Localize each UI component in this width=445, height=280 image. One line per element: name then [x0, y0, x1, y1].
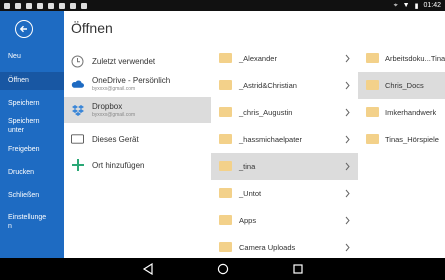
nav-item-open[interactable]: Öffnen	[0, 72, 64, 90]
folder-icon	[219, 53, 232, 63]
folder-icon	[219, 80, 232, 90]
arrow-left-icon	[19, 25, 27, 33]
folder-item[interactable]: Apps	[211, 207, 358, 234]
folder-item[interactable]: _Astrid&Christian	[211, 72, 358, 99]
chevron-right-icon	[345, 162, 350, 171]
nav-item-save[interactable]: Speichern	[0, 96, 64, 112]
folder-icon	[219, 161, 232, 171]
place-text: Dropbox byxxxx@gmail.com	[92, 102, 135, 118]
system-icons: ⌖ ▼ ▮ 01:42	[394, 2, 441, 10]
folder-item[interactable]: Camera Uploads	[211, 234, 358, 261]
folder-name: Tinas_Hörspiele	[385, 135, 439, 144]
subfolder-item-selected[interactable]: Chris_Docs	[358, 72, 445, 99]
folder-icon	[219, 134, 232, 144]
folder-name: _hassmichaelpater	[239, 135, 302, 144]
notification-icons	[4, 2, 87, 9]
dropbox-notification-icon	[15, 2, 21, 9]
image-notification-icon	[48, 2, 54, 9]
nav-item-new[interactable]: Neu	[0, 49, 64, 65]
folder-name: _Astrid&Christian	[239, 81, 297, 90]
page-title: Öffnen	[71, 20, 113, 36]
nav-item-close[interactable]: Schließen	[0, 188, 64, 204]
folder-name: _Untot	[239, 189, 262, 198]
folder-icon	[366, 53, 379, 63]
home-circle-icon[interactable]	[217, 263, 229, 275]
folder-name: _Alexander	[239, 54, 277, 63]
nav-item-share[interactable]: Freigeben	[0, 142, 64, 158]
place-recent[interactable]: Zuletzt verwendet	[64, 51, 211, 71]
nav-item-save-as[interactable]: Speichern unter	[0, 115, 52, 139]
place-onedrive[interactable]: OneDrive - Persönlich byxxxx@gmail.com	[64, 72, 211, 96]
dropbox-notification-icon	[37, 2, 43, 9]
place-name: Ort hinzufügen	[92, 160, 145, 170]
cloud-icon	[71, 78, 84, 91]
place-text: OneDrive - Persönlich byxxxx@gmail.com	[92, 76, 170, 92]
clock-icon	[71, 55, 84, 68]
folder-icon	[219, 242, 232, 252]
dropbox-notification-icon	[26, 2, 32, 9]
wifi-icon: ▼	[402, 2, 410, 9]
chevron-right-icon	[345, 108, 350, 117]
chevron-right-icon	[345, 216, 350, 225]
folder-icon	[219, 188, 232, 198]
folder-name: Arbeitsdoku...Tina	[385, 54, 445, 63]
image-notification-icon	[59, 2, 65, 9]
folder-name: Camera Uploads	[239, 243, 296, 252]
back-triangle-icon[interactable]	[142, 263, 154, 275]
chevron-right-icon	[345, 54, 350, 63]
open-panel: Öffnen Zuletzt verwendet OneDrive - Pers…	[64, 11, 445, 258]
folder-name: _chris_Augustin	[239, 108, 293, 117]
place-name: Dieses Gerät	[92, 134, 139, 144]
dropbox-icon	[71, 104, 84, 117]
plus-icon	[71, 159, 84, 172]
folder-item[interactable]: _Untot	[211, 180, 358, 207]
place-dropbox[interactable]: Dropbox byxxxx@gmail.com	[64, 97, 211, 123]
place-this-device[interactable]: Dieses Gerät	[64, 129, 211, 149]
place-add[interactable]: Ort hinzufügen	[64, 155, 211, 175]
status-bar: ⌖ ▼ ▮ 01:42	[0, 0, 445, 11]
chevron-right-icon	[345, 189, 350, 198]
subfolder-item[interactable]: Tinas_Hörspiele	[358, 126, 445, 153]
folder-icon	[219, 215, 232, 225]
subfolder-item[interactable]: Imkerhandwerk	[358, 99, 445, 126]
backstage-nav: Neu Öffnen Speichern Speichern unter Fre…	[0, 11, 64, 258]
folder-name: Imkerhandwerk	[385, 108, 437, 117]
notification-icon	[4, 2, 10, 9]
folder-item[interactable]: _chris_Augustin	[211, 99, 358, 126]
folder-item-selected[interactable]: _tina	[211, 153, 358, 180]
office-open-screen: ⌖ ▼ ▮ 01:42 Neu Öffnen Speichern Speiche…	[0, 0, 445, 280]
recents-square-icon[interactable]	[292, 263, 304, 275]
place-name: Zuletzt verwendet	[92, 56, 156, 66]
folder-icon	[219, 107, 232, 117]
folder-name: Apps	[239, 216, 257, 225]
system-nav-bar	[0, 258, 445, 280]
place-name: OneDrive - Persönlich	[92, 76, 171, 85]
folder-icon	[366, 107, 379, 117]
place-text: Dieses Gerät	[92, 135, 139, 144]
back-button[interactable]	[15, 20, 33, 38]
nav-item-print[interactable]: Drucken	[0, 165, 64, 181]
chevron-right-icon	[345, 81, 350, 90]
place-account: byxxxx@gmail.com	[92, 86, 136, 92]
folder-item[interactable]: _Alexander	[211, 45, 358, 72]
battery-icon: ▮	[414, 2, 419, 10]
location-icon: ⌖	[393, 1, 398, 9]
folder-icon	[366, 80, 379, 90]
place-text: Ort hinzufügen	[92, 161, 144, 170]
nav-item-settings[interactable]: Einstellungen	[0, 211, 50, 235]
folder-icon	[366, 134, 379, 144]
tablet-icon	[71, 133, 84, 146]
subfolder-item[interactable]: Arbeitsdoku...Tina	[358, 45, 445, 72]
place-text: Zuletzt verwendet	[92, 57, 155, 66]
folder-name: Chris_Docs	[385, 81, 424, 90]
folder-item[interactable]: _hassmichaelpater	[211, 126, 358, 153]
place-name: Dropbox	[92, 102, 123, 111]
place-account: byxxxx@gmail.com	[92, 112, 136, 118]
chevron-right-icon	[345, 135, 350, 144]
mail-notification-icon	[70, 2, 76, 9]
android-icon	[81, 2, 87, 9]
folder-name: _tina	[239, 162, 256, 171]
clock-time: 01:42	[423, 2, 441, 9]
chevron-right-icon	[345, 243, 350, 252]
